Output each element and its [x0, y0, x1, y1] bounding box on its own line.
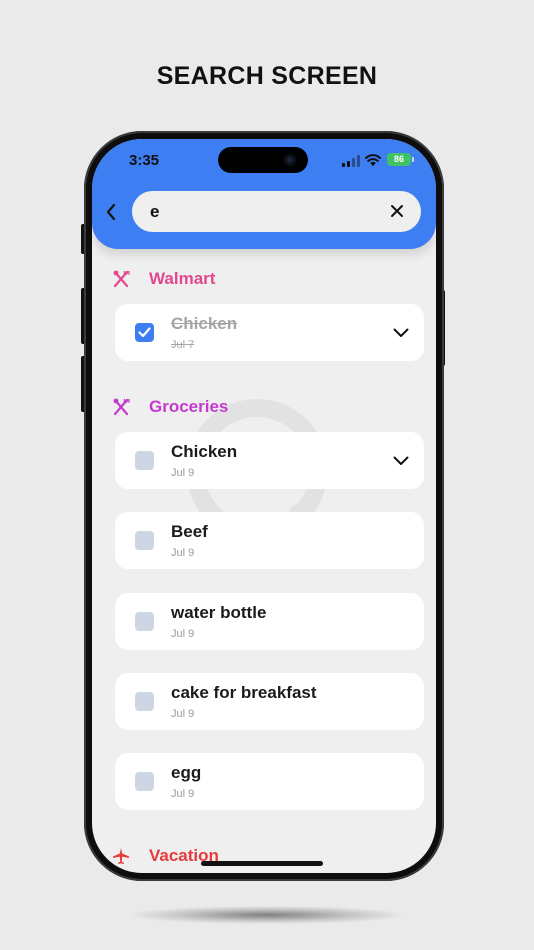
- chevron-down-icon: [393, 456, 409, 465]
- item-name: egg: [171, 763, 202, 782]
- list-item[interactable]: egg Jul 9: [115, 753, 424, 810]
- item-name: Chicken: [171, 442, 238, 461]
- airplane-icon: [111, 846, 131, 866]
- item-date: Jul 9: [171, 547, 195, 559]
- item-checkbox[interactable]: [135, 323, 154, 342]
- item-checkbox[interactable]: [135, 612, 154, 631]
- section-title: Groceries: [149, 397, 229, 416]
- list-item[interactable]: cake for breakfast Jul 9: [115, 673, 424, 730]
- item-name: water bottle: [171, 603, 267, 622]
- phone-shadow: [130, 906, 404, 924]
- item-date: Jul 9: [171, 467, 195, 479]
- chevron-down-icon: [393, 328, 409, 337]
- clear-search-button[interactable]: [387, 201, 407, 221]
- close-icon: [391, 205, 403, 217]
- cellular-signal-icon: [342, 155, 360, 167]
- home-indicator: [201, 861, 323, 866]
- page-title: SEARCH SCREEN: [156, 62, 378, 90]
- item-checkbox[interactable]: [135, 692, 154, 711]
- item-checkbox[interactable]: [135, 531, 154, 550]
- item-date: Jul 7: [171, 339, 195, 351]
- item-date: Jul 9: [171, 708, 195, 720]
- phone-screen: 3:35 86 e Walmart Chicken Jul 7 Grocerie…: [92, 139, 436, 873]
- item-checkbox[interactable]: [135, 451, 154, 470]
- section-header-walmart: Walmart: [111, 267, 215, 291]
- item-date: Jul 9: [171, 788, 195, 800]
- list-item[interactable]: Chicken Jul 9: [115, 432, 424, 489]
- battery-icon: 86: [387, 153, 414, 166]
- chevron-left-icon: [106, 203, 116, 221]
- list-item[interactable]: Beef Jul 9: [115, 512, 424, 569]
- section-header-groceries: Groceries: [111, 395, 228, 419]
- status-time: 3:35: [129, 152, 160, 169]
- wifi-icon: [365, 154, 381, 166]
- item-date: Jul 9: [171, 628, 195, 640]
- item-checkbox[interactable]: [135, 772, 154, 791]
- back-button[interactable]: [100, 199, 122, 225]
- utensils-icon: [111, 269, 131, 289]
- item-name: cake for breakfast: [171, 683, 317, 702]
- camera-icon: [284, 154, 296, 166]
- item-name: Beef: [171, 522, 208, 541]
- checkmark-icon: [138, 327, 151, 338]
- section-title: Walmart: [149, 269, 216, 288]
- expand-button[interactable]: [390, 450, 412, 472]
- search-field: [132, 191, 421, 232]
- expand-button[interactable]: [390, 322, 412, 344]
- search-input[interactable]: [150, 191, 370, 232]
- dynamic-island: [218, 147, 308, 173]
- utensils-icon: [111, 397, 131, 417]
- list-item[interactable]: water bottle Jul 9: [115, 593, 424, 650]
- list-item[interactable]: Chicken Jul 7: [115, 304, 424, 361]
- item-name: Chicken: [171, 314, 238, 333]
- search-header: 3:35 86: [92, 139, 436, 249]
